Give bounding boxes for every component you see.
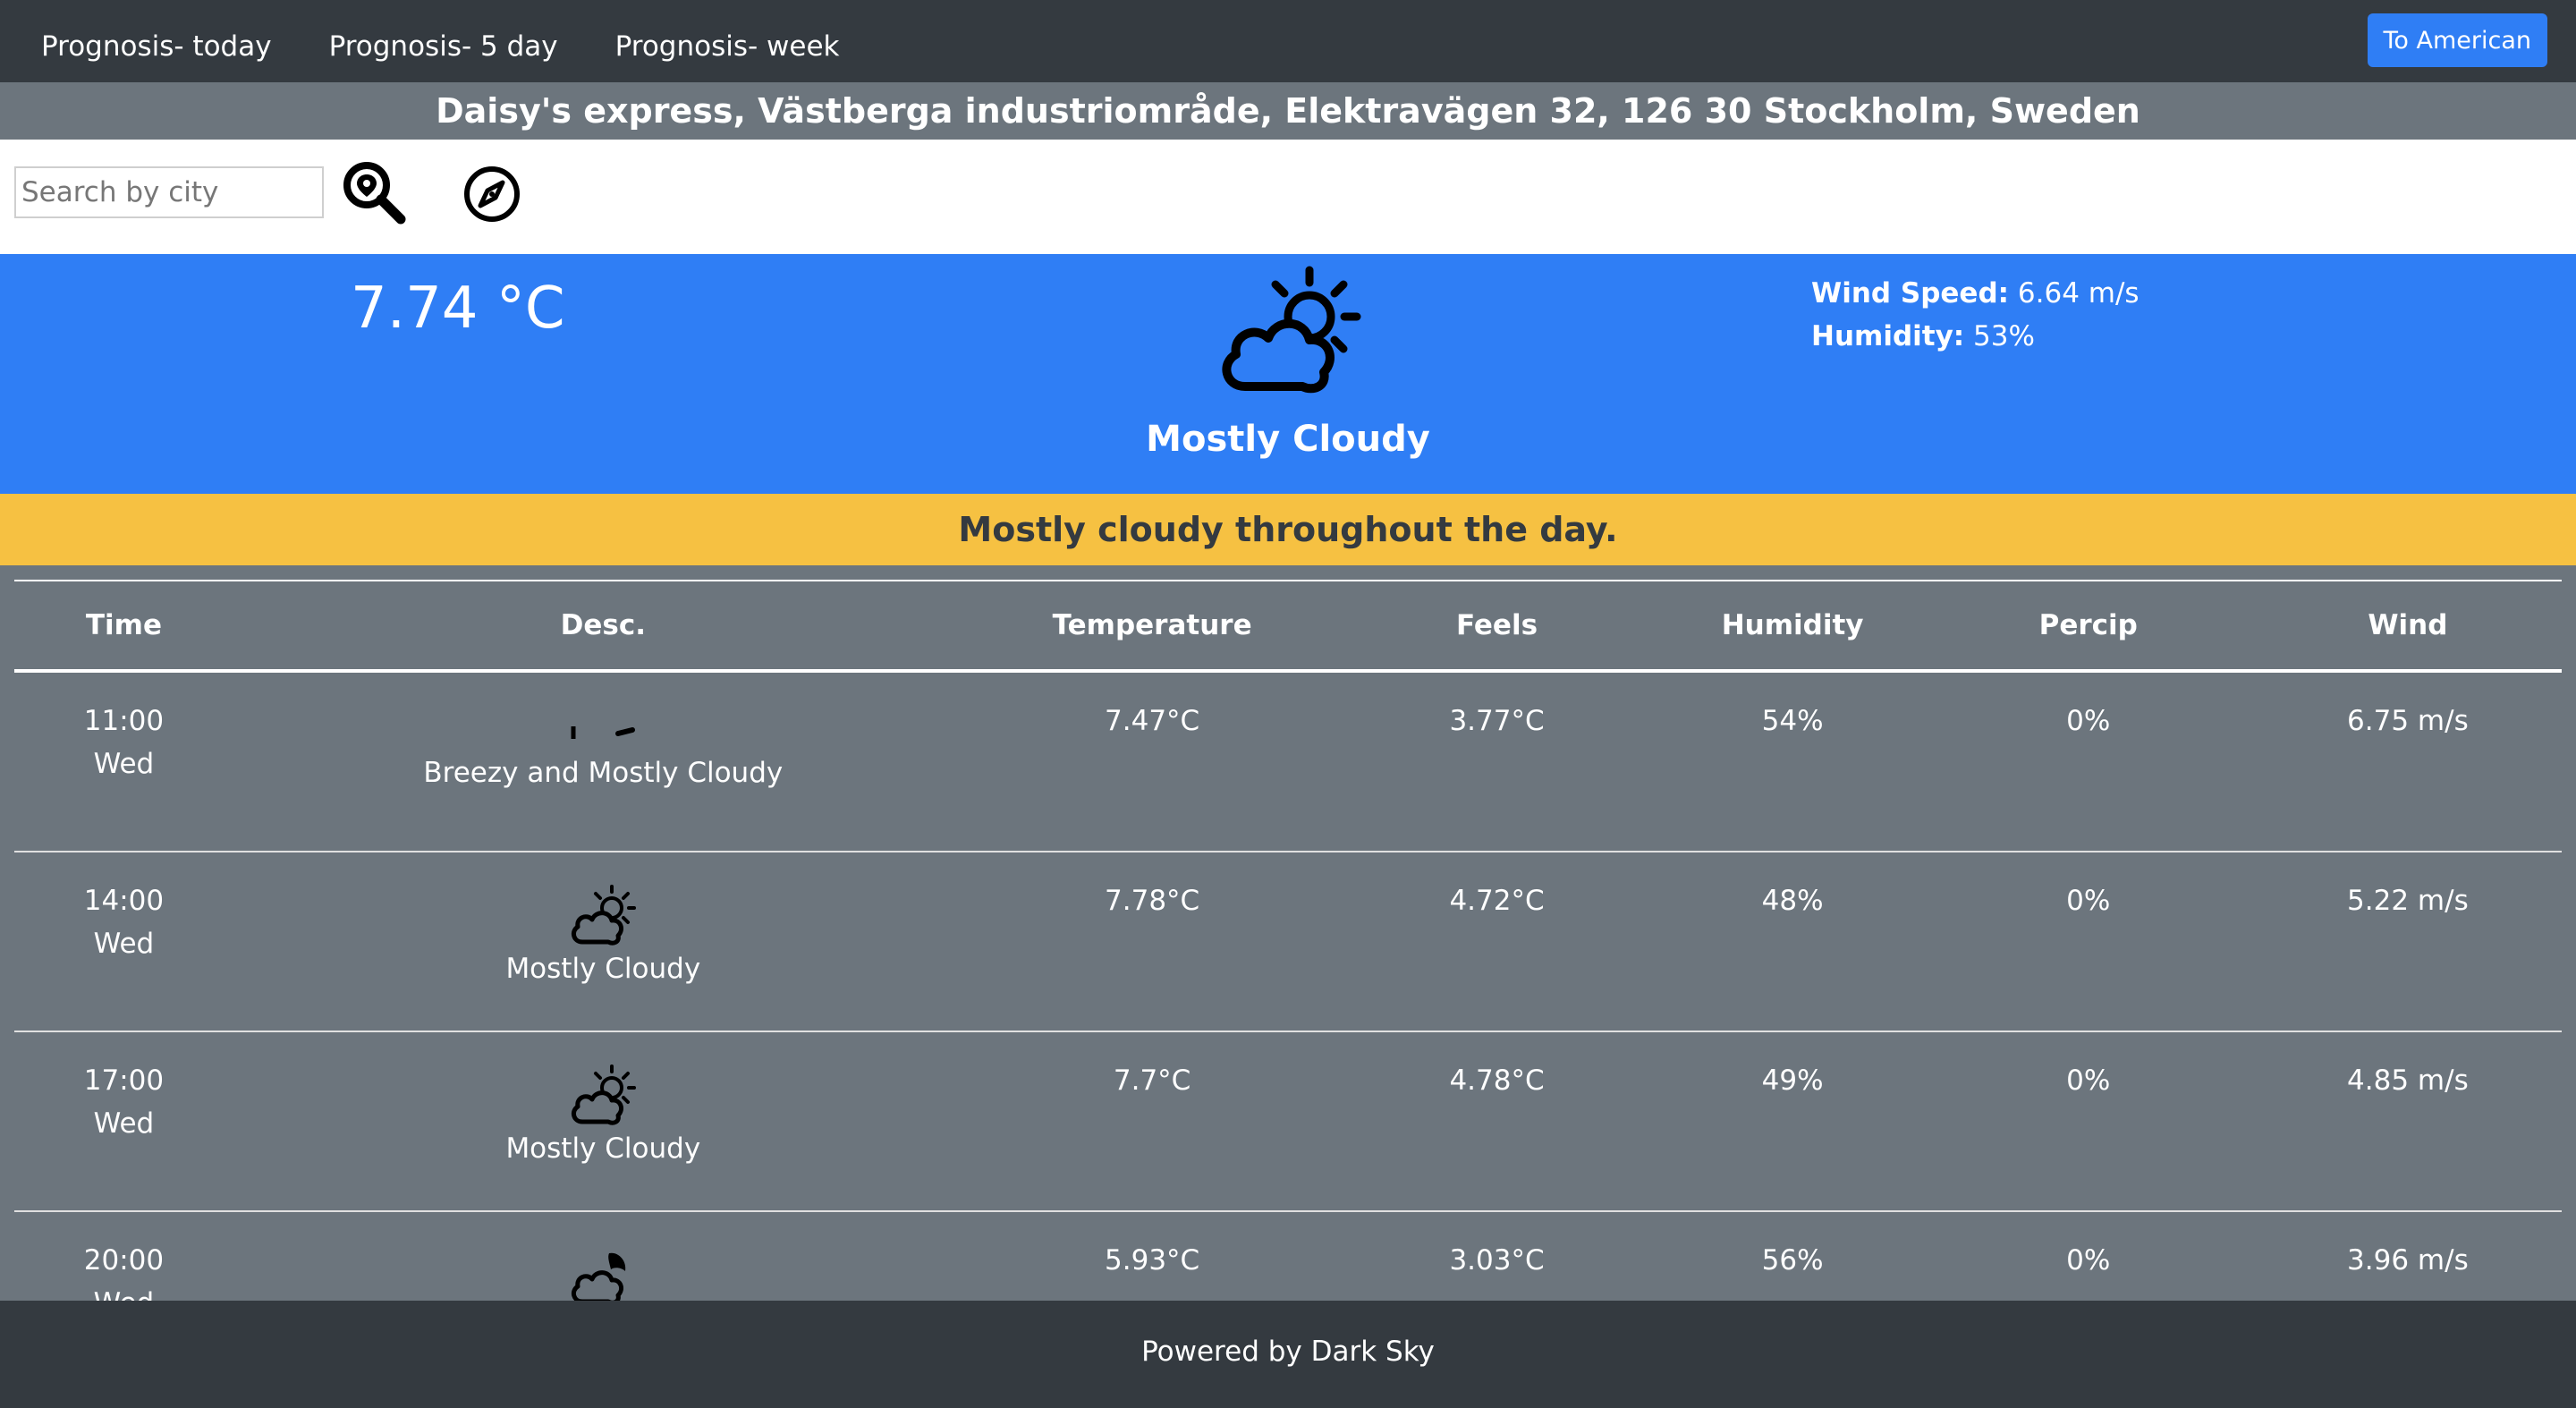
cell-time: 17:00 Wed bbox=[14, 1031, 233, 1212]
locate-me-button[interactable] bbox=[458, 159, 526, 227]
cell-humidity: 49% bbox=[1662, 1031, 1923, 1212]
header-desc: Desc. bbox=[233, 580, 973, 673]
city-search-input[interactable] bbox=[14, 166, 324, 218]
current-details: Wind Speed: 6.64 m/s Humidity: 53% bbox=[1811, 272, 2140, 358]
cell-temperature: 7.47°C bbox=[972, 671, 1332, 852]
header-feels: Feels bbox=[1331, 580, 1663, 673]
cell-desc: Mostly Cloudy bbox=[233, 1031, 973, 1212]
top-navbar: Prognosis- today Prognosis- 5 day Progno… bbox=[0, 0, 2576, 82]
row-day: Wed bbox=[15, 1282, 233, 1301]
cell-humidity: 56% bbox=[1662, 1211, 1923, 1301]
cell-wind: 4.85 m/s bbox=[2253, 1031, 2562, 1212]
cell-wind: 5.22 m/s bbox=[2253, 852, 2562, 1032]
row-desc: Mostly Cloudy bbox=[505, 1132, 701, 1165]
wind-speed-value: 6.64 m/s bbox=[2017, 277, 2140, 310]
cell-humidity: 54% bbox=[1662, 671, 1923, 852]
cell-temperature: 7.7°C bbox=[972, 1031, 1332, 1212]
partly-cloudy-day-icon bbox=[572, 885, 637, 946]
header-humidity: Humidity bbox=[1662, 580, 1923, 673]
compass-icon bbox=[464, 166, 520, 222]
header-temperature: Temperature bbox=[972, 580, 1332, 673]
cell-percip: 0% bbox=[1922, 1031, 2254, 1212]
cell-desc: Breezy and Mostly Cloudy bbox=[233, 671, 973, 852]
partly-cloudy-day-icon bbox=[1222, 266, 1361, 394]
forecast-table-wrapper: Time Desc. Temperature Feels Humidity Pe… bbox=[14, 580, 2562, 1301]
footer-attribution: Powered by Dark Sky bbox=[0, 1301, 2576, 1408]
cell-percip: 0% bbox=[1922, 852, 2254, 1032]
nav-links: Prognosis- today Prognosis- 5 day Progno… bbox=[41, 0, 897, 93]
cell-time: 20:00 Wed bbox=[14, 1211, 233, 1301]
cell-feels: 3.77°C bbox=[1331, 671, 1663, 852]
cell-feels: 3.03°C bbox=[1331, 1211, 1663, 1301]
unit-toggle-button[interactable]: To American bbox=[2367, 13, 2547, 67]
forecast-table: Time Desc. Temperature Feels Humidity Pe… bbox=[14, 580, 2562, 1301]
day-summary-banner: Mostly cloudy throughout the day. bbox=[0, 494, 2576, 565]
row-time: 14:00 bbox=[83, 885, 165, 917]
cell-feels: 4.78°C bbox=[1331, 1031, 1663, 1212]
cell-humidity: 48% bbox=[1662, 852, 1923, 1032]
header-time: Time bbox=[14, 580, 233, 673]
search-bar bbox=[0, 140, 2576, 254]
humidity-value: 53% bbox=[1973, 320, 2035, 352]
row-desc: Mostly Cloudy bbox=[505, 953, 701, 985]
current-summary: Mostly Cloudy bbox=[1146, 419, 1430, 460]
table-row: 20:00 Wed 5.93°C 3.03°C 56% 0% 3.96 m/s bbox=[14, 1211, 2562, 1301]
magnifier-pin-icon bbox=[343, 162, 406, 225]
cell-feels: 4.72°C bbox=[1331, 852, 1663, 1032]
table-header-row: Time Desc. Temperature Feels Humidity Pe… bbox=[14, 580, 2562, 673]
cell-time: 14:00 Wed bbox=[14, 852, 233, 1032]
current-weather-panel: 7.74 °C Mostly Cloudy Wind Speed: 6.64 m… bbox=[0, 254, 2576, 494]
location-address: Daisy's express, Västberga industriområd… bbox=[0, 82, 2576, 140]
row-time: 20:00 bbox=[83, 1244, 165, 1277]
cell-wind: 6.75 m/s bbox=[2253, 671, 2562, 852]
nav-link-week[interactable]: Prognosis- week bbox=[615, 30, 840, 63]
table-row: 14:00 Wed Mostly Cloudy 7.78°C 4.72°C 48… bbox=[14, 852, 2562, 1032]
header-wind: Wind bbox=[2253, 580, 2562, 673]
cell-desc bbox=[233, 1211, 973, 1301]
cell-percip: 0% bbox=[1922, 671, 2254, 852]
row-desc: Breezy and Mostly Cloudy bbox=[423, 757, 784, 789]
row-time: 11:00 bbox=[83, 705, 165, 737]
table-row: 17:00 Wed Mostly Cloudy 7.7°C 4.78°C 49%… bbox=[14, 1031, 2562, 1212]
row-day: Wed bbox=[93, 748, 155, 780]
cell-percip: 0% bbox=[1922, 1211, 2254, 1301]
row-day: Wed bbox=[93, 1107, 155, 1140]
cell-time: 11:00 Wed bbox=[14, 671, 233, 852]
nav-link-5-day[interactable]: Prognosis- 5 day bbox=[329, 30, 558, 63]
table-row: 11:00 Wed Breezy and Mostly Cloudy 7.47°… bbox=[14, 671, 2562, 852]
cell-temperature: 5.93°C bbox=[972, 1211, 1332, 1301]
partly-cloudy-day-icon bbox=[572, 1064, 637, 1125]
row-day: Wed bbox=[93, 928, 155, 960]
partly-cloudy-night-icon bbox=[572, 1252, 626, 1301]
current-temperature: 7.74 °C bbox=[351, 276, 565, 342]
wind-speed-label: Wind Speed: bbox=[1811, 277, 2010, 310]
wind-speed-line: Wind Speed: 6.64 m/s bbox=[1811, 272, 2140, 315]
cell-desc: Mostly Cloudy bbox=[233, 852, 973, 1032]
nav-link-today[interactable]: Prognosis- today bbox=[41, 30, 272, 63]
row-time: 17:00 bbox=[83, 1064, 165, 1097]
wind-icon bbox=[571, 726, 636, 739]
humidity-label: Humidity: bbox=[1811, 320, 1965, 352]
header-percip: Percip bbox=[1922, 580, 2254, 673]
cell-temperature: 7.78°C bbox=[972, 852, 1332, 1032]
cell-wind: 3.96 m/s bbox=[2253, 1211, 2562, 1301]
humidity-line: Humidity: 53% bbox=[1811, 315, 2140, 358]
search-button[interactable] bbox=[340, 159, 408, 227]
